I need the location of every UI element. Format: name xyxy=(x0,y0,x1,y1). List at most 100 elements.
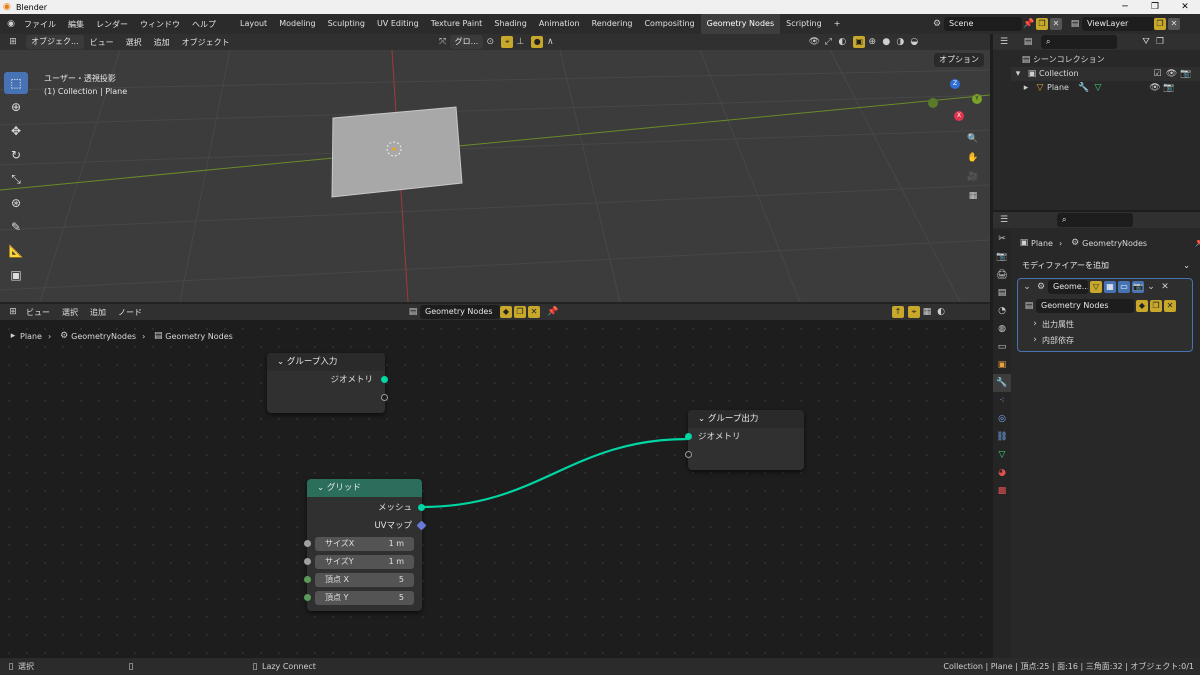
scene-field[interactable]: Scene xyxy=(944,17,1022,31)
pin-icon[interactable]: 📌 xyxy=(1022,17,1036,31)
falloff-icon[interactable]: ∧ xyxy=(543,35,557,49)
checkbox-icon[interactable]: ☑ xyxy=(1151,67,1165,81)
collapse-arrow-icon[interactable]: ⌄ xyxy=(698,414,705,424)
node-tree-icon[interactable]: ▤ xyxy=(1022,299,1036,313)
transform-tool[interactable]: ⊛ xyxy=(4,192,28,214)
eye-icon[interactable]: 👁 xyxy=(1148,81,1162,95)
annotate-tool[interactable]: ✎ xyxy=(4,216,28,238)
vertices-x-socket[interactable] xyxy=(304,576,311,583)
world-tab-icon[interactable]: ◍ xyxy=(993,320,1011,338)
empty-output-socket[interactable] xyxy=(381,394,388,401)
group-output-header[interactable]: ⌄ グループ出力 xyxy=(688,410,804,428)
props-breadcrumb-modifier[interactable]: GeometryNodes xyxy=(1082,239,1147,248)
viewlayer-field[interactable]: ViewLayer xyxy=(1082,17,1154,31)
expand-down-icon[interactable]: ▾ xyxy=(1011,67,1025,81)
collapse-arrow-icon[interactable]: ⌄ xyxy=(277,357,284,367)
modifier-tab-icon[interactable]: 🔧 xyxy=(993,374,1011,392)
viewport-menu-object[interactable]: オブジェクト xyxy=(176,37,236,48)
modifier-name-field[interactable]: Geome... xyxy=(1048,280,1088,294)
shading-wire-icon[interactable]: ⊕ xyxy=(865,35,879,49)
xray-icon[interactable]: ▣ xyxy=(853,36,866,48)
tab-geometry-nodes[interactable]: Geometry Nodes xyxy=(700,14,781,34)
snap-target-icon[interactable]: ⊥ xyxy=(513,35,527,49)
output-tab-icon[interactable]: 🖨 xyxy=(993,266,1011,284)
viewlayer-new-icon[interactable]: ❐ xyxy=(1154,18,1166,30)
tab-texture-paint[interactable]: Texture Paint xyxy=(425,14,489,34)
scene-icon[interactable]: ⚙ xyxy=(930,17,944,31)
eye-icon[interactable]: 👁 xyxy=(1165,67,1179,81)
scene-tab-icon[interactable]: ◔ xyxy=(993,302,1011,320)
zoom-icon[interactable]: 🔍 xyxy=(966,132,980,146)
viewport-menu-add[interactable]: 追加 xyxy=(148,37,176,48)
modifier-dropdown-icon[interactable]: ⌄ xyxy=(1144,280,1158,294)
transform-orientation-selector[interactable]: グロ... xyxy=(449,35,484,49)
internal-dependencies-panel[interactable]: › 内部依存 xyxy=(1018,332,1192,348)
add-cube-tool[interactable]: ▣ xyxy=(4,264,28,286)
outliner-search-input[interactable]: ⌕ xyxy=(1041,35,1117,49)
node-menu-node[interactable]: ノード xyxy=(112,307,148,318)
empty-input-socket[interactable] xyxy=(685,451,692,458)
object-tab-icon[interactable]: ▣ xyxy=(993,356,1011,374)
display-mode-icon[interactable]: ▤ xyxy=(1021,35,1035,49)
properties-editor-icon[interactable]: ☰ xyxy=(997,213,1011,227)
viewlayer-remove-icon[interactable]: ✕ xyxy=(1168,18,1180,30)
tab-animation[interactable]: Animation xyxy=(533,14,586,34)
node-parent-icon[interactable]: ↑ xyxy=(892,306,904,318)
viewport-menu-select[interactable]: 選択 xyxy=(120,37,148,48)
tab-uv-editing[interactable]: UV Editing xyxy=(371,14,425,34)
node-tree-fake-user-icon[interactable]: ◆ xyxy=(500,306,512,318)
node-editor-canvas[interactable]: ▸ Plane › ⚙ GeometryNodes › ▤ Geometry N… xyxy=(0,320,990,658)
collection-tab-icon[interactable]: ▭ xyxy=(993,338,1011,356)
tool-tab-icon[interactable]: ✂ xyxy=(993,230,1011,248)
size-x-field[interactable]: サイズX 1 m xyxy=(315,537,414,551)
tab-rendering[interactable]: Rendering xyxy=(586,14,639,34)
expand-right-icon[interactable]: ▸ xyxy=(1019,81,1033,95)
modifier-wrench-icon[interactable]: 🔧 xyxy=(1077,81,1091,95)
texture-tab-icon[interactable]: ▩ xyxy=(993,482,1011,500)
gizmo-y[interactable]: Y xyxy=(972,94,982,104)
geometry-nodes-modifier-panel[interactable]: ⌄ ⚙ Geome... ▽ ▦ ▭ 📷 ⌄ ✕ ▤ Geometry Node… xyxy=(1017,278,1193,352)
gizmo-z[interactable]: Z xyxy=(950,79,960,89)
node-snap-target-icon[interactable]: ▦ xyxy=(920,305,934,319)
particles-tab-icon[interactable]: ⁖ xyxy=(993,392,1011,410)
tab-compositing[interactable]: Compositing xyxy=(638,14,700,34)
node-snap-icon[interactable]: ⌖ xyxy=(908,306,920,318)
add-modifier-dropdown[interactable]: モディファイアーを追加 ⌄ xyxy=(1017,259,1195,273)
visibility-icon[interactable]: 👁 xyxy=(807,35,821,49)
props-breadcrumb-object[interactable]: Plane xyxy=(1031,239,1053,248)
tab-scripting[interactable]: Scripting xyxy=(780,14,828,34)
pin-icon[interactable]: 📌 xyxy=(1193,236,1200,250)
outliner-collection-row[interactable]: ▾ ▣ Collection ☑ 👁 📷 xyxy=(1011,67,1200,81)
cage-toggle-icon[interactable]: ▦ xyxy=(1104,281,1116,293)
maximize-button[interactable]: ❐ xyxy=(1140,0,1170,14)
render-toggle-icon[interactable]: 📷 xyxy=(1132,281,1144,293)
close-window-button[interactable]: ✕ xyxy=(1170,0,1200,14)
node-tree-icon[interactable]: ▤ xyxy=(406,305,420,319)
3d-viewport[interactable]: ユーザー・透視投影 (1) Collection | Plane オプション Z… xyxy=(0,50,990,302)
vertices-y-field[interactable]: 頂点 Y5 xyxy=(315,591,414,605)
tab-sculpting[interactable]: Sculpting xyxy=(322,14,371,34)
remove-modifier-icon[interactable]: ✕ xyxy=(1158,280,1172,294)
geometry-input-socket[interactable] xyxy=(685,433,692,440)
node-tree-field[interactable]: Geometry Nodes xyxy=(420,305,500,319)
physics-tab-icon[interactable]: ◎ xyxy=(993,410,1011,428)
size-y-socket[interactable] xyxy=(304,558,311,565)
menu-help[interactable]: ヘルプ xyxy=(186,19,222,30)
node-menu-view[interactable]: ビュー xyxy=(20,307,56,318)
node-tree-remove-icon[interactable]: ✕ xyxy=(528,306,540,318)
vertices-y-socket[interactable] xyxy=(304,594,311,601)
gizmo-x[interactable]: X xyxy=(954,111,964,121)
grid-header[interactable]: ⌄ グリッド xyxy=(307,479,422,497)
menu-edit[interactable]: 編集 xyxy=(62,19,90,30)
add-workspace-button[interactable]: + xyxy=(828,14,847,34)
filter-icon[interactable]: ⛛ xyxy=(1139,35,1153,49)
edit-mode-toggle-icon[interactable]: ▽ xyxy=(1090,281,1102,293)
tab-shading[interactable]: Shading xyxy=(488,14,533,34)
tab-modeling[interactable]: Modeling xyxy=(273,14,321,34)
material-tab-icon[interactable]: ◕ xyxy=(993,464,1011,482)
measure-tool[interactable]: 📐 xyxy=(4,240,28,262)
gizmo-neg-y[interactable] xyxy=(928,98,938,108)
shading-material-icon[interactable]: ◑ xyxy=(893,35,907,49)
tab-layout[interactable]: Layout xyxy=(234,14,273,34)
new-node-group-icon[interactable]: ❐ xyxy=(1150,300,1162,312)
